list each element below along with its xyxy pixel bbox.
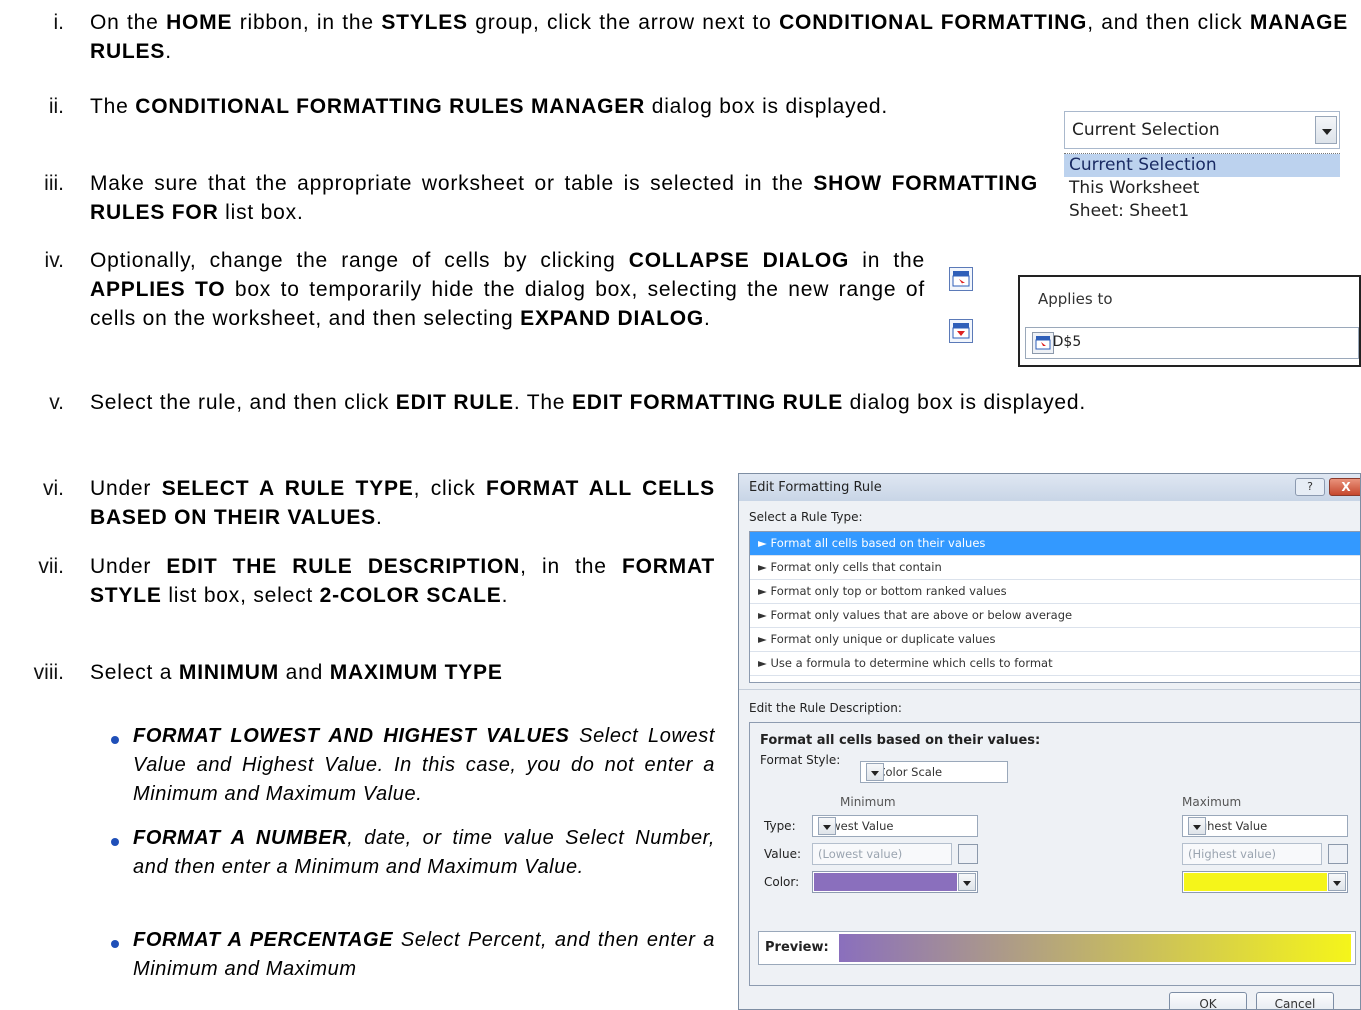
maximum-value-field[interactable]: (Highest value) xyxy=(1182,843,1322,865)
bullet-text: FORMAT A NUMBER, date, or time value Sel… xyxy=(133,827,715,878)
step-text: Under EDIT THE RULE DESCRIPTION, in the … xyxy=(90,555,715,607)
preview-gradient xyxy=(839,934,1351,962)
bullet-dot xyxy=(111,838,119,846)
maximum-type-select[interactable]: Highest Value xyxy=(1182,815,1348,837)
bullet-text: FORMAT A PERCENTAGE Select Percent, and … xyxy=(133,929,715,980)
minimum-color-swatch xyxy=(814,873,957,891)
rule-type-item[interactable]: ► Format only cells that contain xyxy=(750,556,1360,580)
step-number: vi. xyxy=(43,477,64,500)
applies-to-field[interactable]: =$D$5 xyxy=(1025,327,1359,359)
rule-type-item[interactable]: ► Format only values that are above or b… xyxy=(750,604,1360,628)
rule-type-item[interactable]: ► Use a formula to determine which cells… xyxy=(750,652,1360,676)
step-text: Select a MINIMUM and MAXIMUM TYPE xyxy=(90,661,503,684)
bullet-dot xyxy=(111,940,119,948)
maximum-value-placeholder: (Highest value) xyxy=(1188,847,1277,861)
show-rules-for-select[interactable]: Current Selection xyxy=(1064,111,1340,149)
dialog-titlebar: Edit Formatting Rule xyxy=(739,474,1360,501)
rule-type-item[interactable]: ► Format all cells based on their values xyxy=(750,532,1360,556)
dropdown-option[interactable]: Sheet: Sheet1 xyxy=(1064,200,1340,223)
chevron-down-icon[interactable] xyxy=(1328,873,1346,891)
dropdown-option[interactable]: Current Selection xyxy=(1064,154,1340,177)
step-number: iii. xyxy=(44,172,64,195)
step-number: viii. xyxy=(33,661,64,684)
step-text: Under SELECT A RULE TYPE, click FORMAT A… xyxy=(90,477,715,529)
step-text: Select the rule, and then click EDIT RUL… xyxy=(90,391,1087,414)
maximum-color-swatch xyxy=(1184,873,1327,891)
collapse-dialog-icon[interactable] xyxy=(1032,332,1054,354)
dialog-title: Edit Formatting Rule xyxy=(749,480,882,495)
minimum-color-picker[interactable] xyxy=(812,871,978,893)
value-label: Value: xyxy=(764,847,801,861)
step-number: v. xyxy=(49,391,64,414)
minimum-type-select[interactable]: Lowest Value xyxy=(812,815,978,837)
maximum-label: Maximum xyxy=(1182,795,1242,809)
description-heading: Format all cells based on their values: xyxy=(760,733,1041,748)
step-number: vii. xyxy=(38,555,64,578)
expand-dialog-icon[interactable] xyxy=(949,319,973,343)
divider xyxy=(739,689,1360,690)
cancel-button[interactable]: Cancel xyxy=(1256,992,1334,1009)
chevron-down-icon[interactable] xyxy=(1315,116,1337,144)
format-style-label: Format Style: xyxy=(760,753,841,767)
format-style-select[interactable]: 2-Color Scale xyxy=(860,761,1008,783)
rule-type-list: ► Format all cells based on their values… xyxy=(749,531,1360,683)
bullet-dot xyxy=(111,736,119,744)
rule-description-label: Edit the Rule Description: xyxy=(749,701,902,715)
applies-to-label: Applies to xyxy=(1038,290,1113,308)
close-icon[interactable]: X xyxy=(1329,478,1360,496)
minimum-value-field[interactable]: (Lowest value) xyxy=(812,843,952,865)
step-text: Make sure that the appropriate worksheet… xyxy=(90,172,1038,224)
edit-formatting-rule-dialog: Edit Formatting Rule ? X Select a Rule T… xyxy=(738,473,1361,1010)
step-text: Optionally, change the range of cells by… xyxy=(90,249,925,330)
preview-label: Preview: xyxy=(765,940,829,955)
rule-type-item[interactable]: ► Format only unique or duplicate values xyxy=(750,628,1360,652)
type-label: Type: xyxy=(764,819,796,833)
minimum-label: Minimum xyxy=(840,795,896,809)
step-number: ii. xyxy=(48,95,64,118)
step-number: iv. xyxy=(44,249,64,272)
chevron-down-icon[interactable] xyxy=(958,873,976,891)
step-text: The CONDITIONAL FORMATTING RULES MANAGER… xyxy=(90,95,889,118)
rule-type-label: Select a Rule Type: xyxy=(749,510,863,524)
chevron-down-icon[interactable] xyxy=(1188,817,1206,835)
select-value: Current Selection xyxy=(1072,120,1220,140)
dropdown-list: Current Selection This Worksheet Sheet: … xyxy=(1064,153,1340,231)
applies-to-box: Applies to =$D$5 xyxy=(1018,275,1361,367)
bullet-text: FORMAT LOWEST AND HIGHEST VALUES Select … xyxy=(133,725,715,805)
rule-description-box: Format all cells based on their values: … xyxy=(749,722,1360,986)
preview-box: Preview: xyxy=(758,931,1356,965)
maximum-color-picker[interactable] xyxy=(1182,871,1348,893)
collapse-dialog-icon[interactable] xyxy=(958,844,978,864)
ok-button[interactable]: OK xyxy=(1169,992,1247,1009)
chevron-down-icon[interactable] xyxy=(866,763,884,781)
step-number: i. xyxy=(53,11,65,34)
color-label: Color: xyxy=(764,875,800,889)
chevron-down-icon[interactable] xyxy=(818,817,836,835)
help-icon[interactable]: ? xyxy=(1295,478,1325,496)
collapse-dialog-icon[interactable] xyxy=(949,267,973,291)
minimum-value-placeholder: (Lowest value) xyxy=(818,847,903,861)
step-text: On the HOME ribbon, in the STYLES group,… xyxy=(90,11,1349,63)
rule-type-item[interactable]: ► Format only top or bottom ranked value… xyxy=(750,580,1360,604)
collapse-dialog-icon[interactable] xyxy=(1328,844,1348,864)
dropdown-option[interactable]: This Worksheet xyxy=(1064,177,1340,200)
